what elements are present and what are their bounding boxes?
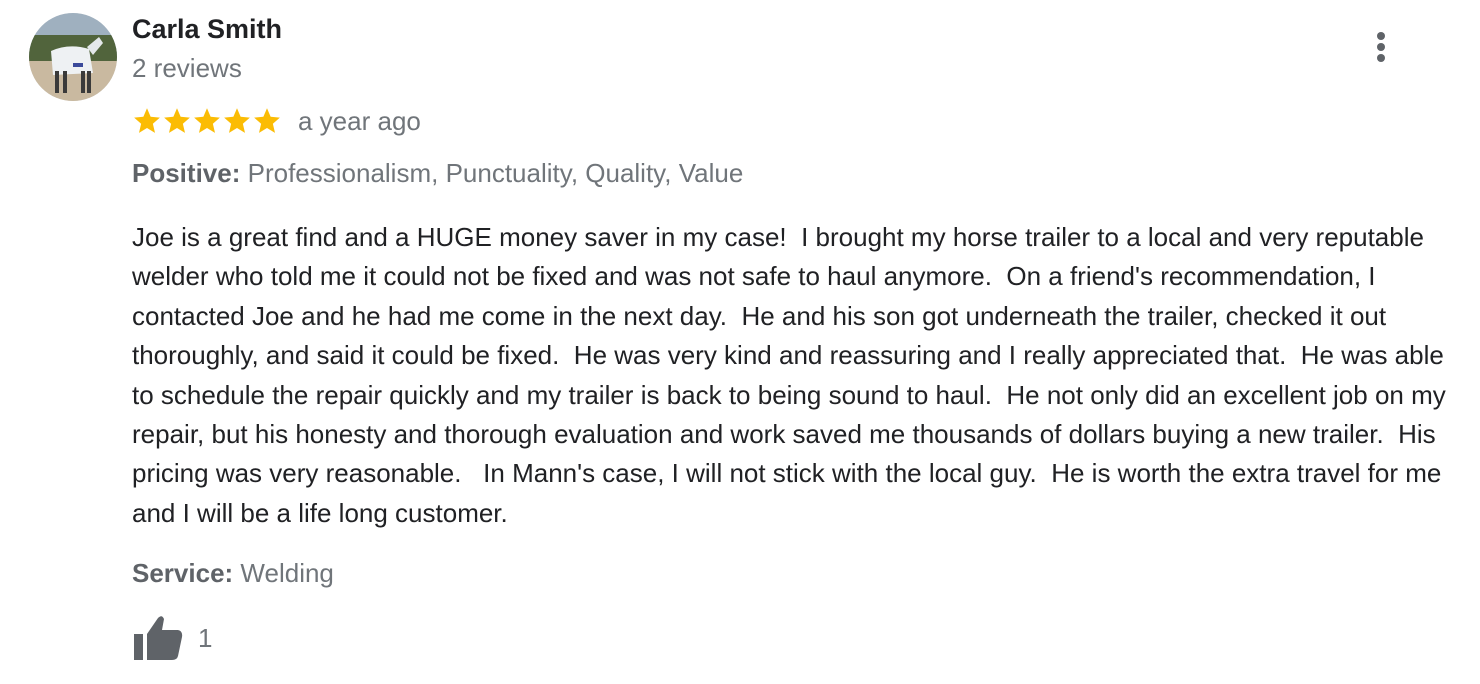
star-icon bbox=[134, 108, 160, 133]
like-count: 1 bbox=[198, 622, 213, 653]
star-icon bbox=[224, 108, 250, 133]
review-count: 2 reviews bbox=[132, 53, 242, 83]
more-vert-icon-dot bbox=[1377, 43, 1385, 51]
rating-row: a year ago bbox=[132, 103, 421, 139]
service-label: Service: bbox=[132, 558, 234, 588]
review-date: a year ago bbox=[298, 105, 421, 136]
more-options-button[interactable] bbox=[1364, 28, 1398, 68]
thumb-up-icon[interactable] bbox=[132, 614, 184, 662]
avatar[interactable] bbox=[29, 13, 117, 101]
reviewer-name[interactable]: Carla Smith bbox=[132, 14, 282, 45]
positive-attributes: Positive: Professionalism, Punctuality, … bbox=[132, 158, 743, 189]
star-rating bbox=[132, 106, 282, 136]
star-icon bbox=[164, 108, 190, 133]
star-icon bbox=[254, 108, 280, 133]
review-text: Joe is a great find and a HUGE money sav… bbox=[132, 222, 1453, 528]
more-vert-icon-dot bbox=[1377, 54, 1385, 62]
star-icon bbox=[194, 108, 220, 133]
positive-label: Positive: bbox=[132, 158, 241, 188]
like-row: 1 bbox=[132, 614, 212, 662]
avatar-photo bbox=[29, 13, 117, 101]
more-vert-icon bbox=[1377, 32, 1385, 40]
positive-value: Professionalism, Punctuality, Quality, V… bbox=[247, 158, 744, 188]
service-value: Welding bbox=[240, 558, 334, 588]
service-attribute: Service: Welding bbox=[132, 558, 334, 589]
